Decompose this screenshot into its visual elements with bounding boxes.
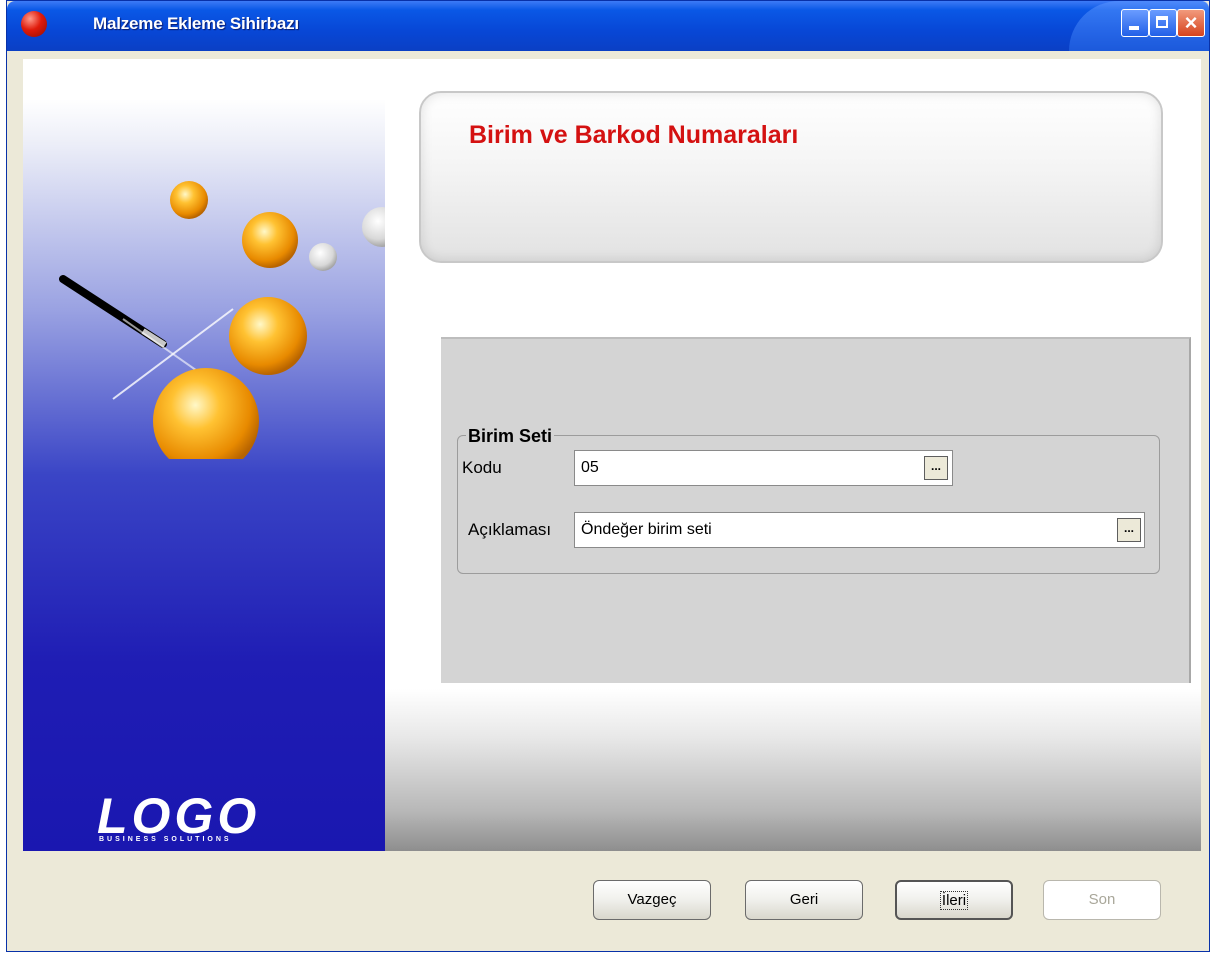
description-label: Açıklaması [468, 520, 552, 539]
title-bar[interactable]: Malzeme Ekleme Sihirbazı × [7, 1, 1209, 51]
step-header: Birim ve Barkod Numaraları [419, 91, 1163, 263]
finish-button-label: Son [1088, 891, 1116, 908]
next-button-label: İleri [939, 891, 969, 910]
side-banner: LOGO BUSINESS SOLUTIONS [23, 99, 385, 851]
code-field[interactable]: 05 [574, 450, 953, 486]
decorative-orbs-illustration [59, 181, 385, 459]
maximize-button[interactable] [1149, 9, 1177, 37]
logo-tagline: BUSINESS SOLUTIONS [99, 836, 232, 843]
unit-set-group: Birim Seti Kodu 05 ... Açıklaması Öndeğe… [457, 426, 1160, 574]
cancel-button[interactable]: Vazgeç [593, 880, 711, 920]
code-label: Kodu [462, 458, 502, 477]
finish-button[interactable]: Son [1043, 880, 1161, 920]
code-lookup-button[interactable]: ... [924, 456, 948, 480]
window-title: Malzeme Ekleme Sihirbazı [93, 14, 299, 33]
back-button[interactable]: Geri [745, 880, 863, 920]
step-form-panel: Birim Seti Kodu 05 ... Açıklaması Öndeğe… [441, 337, 1191, 683]
description-field[interactable]: Öndeğer birim seti [574, 512, 1145, 548]
wizard-content: LOGO BUSINESS SOLUTIONS Birim ve Barkod … [23, 59, 1201, 851]
unit-set-legend: Birim Seti [466, 426, 555, 447]
app-icon[interactable] [21, 11, 47, 37]
close-button[interactable]: × [1177, 9, 1205, 37]
minimize-button[interactable] [1121, 9, 1149, 37]
decorative-gradient-band [385, 689, 1201, 851]
next-button[interactable]: İleri [895, 880, 1013, 920]
description-lookup-button[interactable]: ... [1117, 518, 1141, 542]
wizard-window: Malzeme Ekleme Sihirbazı × LOGO BUSINESS… [6, 0, 1210, 952]
step-title: Birim ve Barkod Numaraları [469, 121, 799, 149]
cancel-button-label: Vazgeç [627, 891, 677, 908]
back-button-label: Geri [789, 891, 819, 908]
close-icon: × [1184, 10, 1198, 35]
